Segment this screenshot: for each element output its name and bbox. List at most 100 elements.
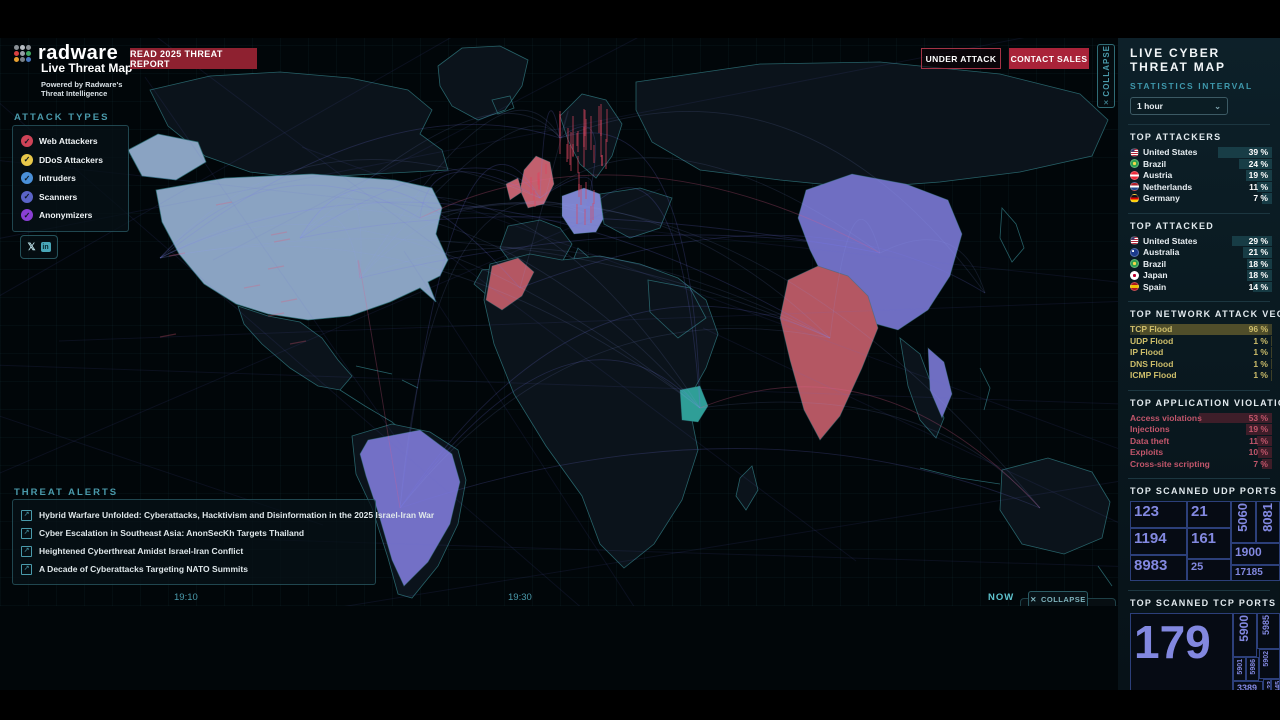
stat-row: Brazil24 % — [1130, 159, 1268, 170]
udp-port-cell: 17185 — [1231, 565, 1280, 581]
country-germany — [562, 188, 606, 234]
external-link-icon: ↗ — [21, 564, 32, 575]
top-attacked-list: United States29 % Australia21 % Brazil18… — [1130, 236, 1268, 293]
flag-japan-icon — [1130, 271, 1139, 280]
timeline-axis: 19:10 19:30 NOW — [0, 592, 1118, 606]
flag-austria-icon — [1130, 171, 1139, 180]
tcp-port-cell: 5901 — [1233, 657, 1246, 681]
timeline-collapse-button[interactable]: ✕ COLLAPSE — [1028, 591, 1088, 606]
udp-port-cell: 1194 — [1130, 528, 1187, 555]
country-japan — [1000, 208, 1024, 262]
attack-type-anonymizers[interactable]: ✓ Anonymizers — [21, 206, 120, 225]
read-threat-report-button[interactable]: READ 2025 THREAT REPORT — [130, 48, 257, 69]
tcp-port-cell: 5900 — [1233, 613, 1257, 657]
stat-row: Germany7 % — [1130, 193, 1268, 204]
app-window: radware Live Threat Map Powered by Radwa… — [0, 38, 1280, 690]
timeline-now-label: NOW — [988, 592, 1014, 603]
top-violations-title: TOP APPLICATION VIOLATIONS — [1130, 398, 1268, 408]
stat-row: DNS Flood1 % — [1130, 359, 1268, 370]
stat-row: Exploits10 % — [1130, 447, 1268, 458]
udp-port-cell: 1900 — [1231, 543, 1280, 565]
stat-row: Japan18 % — [1130, 270, 1268, 281]
udp-port-cell: 25 — [1187, 559, 1231, 581]
check-icon: ✓ — [21, 135, 33, 147]
threat-alert-link[interactable]: ↗ Cyber Escalation in Southeast Asia: An… — [21, 524, 367, 542]
region-caribbean — [356, 366, 418, 388]
stat-row: Spain14 % — [1130, 282, 1268, 293]
threat-alert-link[interactable]: ↗ A Decade of Cyberattacks Targeting NAT… — [21, 560, 367, 578]
attack-type-intruders[interactable]: ✓ Intruders — [21, 169, 120, 188]
check-icon: ✓ — [21, 154, 33, 166]
interval-value: 1 hour — [1137, 101, 1163, 111]
udp-ports-title: TOP SCANNED UDP PORTS — [1130, 486, 1268, 496]
check-icon: ✓ — [21, 172, 33, 184]
top-vectors-list: TCP Flood96 % UDP Flood1 % IP Flood1 % D… — [1130, 324, 1268, 381]
attack-types-filter: ✓ Web Attackers ✓ DDoS Attackers ✓ Intru… — [12, 125, 129, 232]
brand-subtitle: Live Threat Map — [41, 61, 132, 75]
radware-threat-map-screen: radware Live Threat Map Powered by Radwa… — [0, 0, 1280, 720]
udp-port-cell: 5060 — [1231, 501, 1256, 543]
top-attackers-title: TOP ATTACKERS — [1130, 132, 1268, 142]
udp-port-cell: 123 — [1130, 501, 1187, 528]
stat-row: UDP Flood1 % — [1130, 336, 1268, 347]
world-map[interactable]: radware Live Threat Map Powered by Radwa… — [0, 38, 1118, 606]
stat-row: Access violations53 % — [1130, 413, 1268, 424]
country-greenland — [438, 46, 528, 120]
flag-spain-icon — [1130, 282, 1139, 291]
timeline-tick-label: 19:10 — [174, 592, 198, 603]
region-eastern-europe — [600, 188, 672, 238]
tcp-port-cell: 5986 — [1246, 657, 1259, 681]
flag-germany-icon — [1130, 194, 1139, 203]
tcp-port-cell: 445 — [1271, 679, 1280, 690]
check-icon: ✓ — [21, 209, 33, 221]
stat-row: Netherlands11 % — [1130, 182, 1268, 193]
udp-port-cell: 161 — [1187, 528, 1231, 559]
country-philippines — [980, 368, 990, 410]
stat-row: TCP Flood96 % — [1130, 324, 1268, 335]
statistics-panel: LIVE CYBER THREAT MAP STATISTICS INTERVA… — [1118, 38, 1280, 690]
attack-type-web-attackers[interactable]: ✓ Web Attackers — [21, 132, 120, 151]
radware-logo-dots — [14, 45, 31, 62]
threat-alert-link[interactable]: ↗ Heightened Cyberthreat Amidst Israel-I… — [21, 542, 367, 560]
tcp-port-cell: 5985 — [1257, 613, 1280, 649]
close-icon: ✕ — [1103, 99, 1109, 107]
check-icon: ✓ — [21, 191, 33, 203]
brand-powered-by: Powered by Radware's Threat Intelligence — [41, 80, 131, 98]
brand-name: radware — [38, 44, 118, 62]
under-attack-button[interactable]: UNDER ATTACK — [921, 48, 1001, 69]
country-ireland — [506, 178, 522, 200]
udp-port-cell: 8983 — [1130, 555, 1187, 581]
top-vectors-title: TOP NETWORK ATTACK VECTORS — [1130, 309, 1268, 319]
interval-dropdown[interactable]: 1 hour ⌄ — [1130, 97, 1228, 115]
tcp-ports-treemap: 179590059855901598659023389234452000 — [1130, 613, 1280, 690]
stat-row: IP Flood1 % — [1130, 347, 1268, 358]
stat-row: Data theft11 % — [1130, 436, 1268, 447]
tcp-ports-title: TOP SCANNED TCP PORTS — [1130, 598, 1268, 608]
radware-logo: radware Live Threat Map Powered by Radwa… — [14, 44, 132, 98]
chevron-down-icon: ⌄ — [1214, 102, 1221, 111]
threat-alert-link[interactable]: ↗ Hybrid Warfare Unfolded: Cyberattacks,… — [21, 506, 367, 524]
timeline-tick-label: 19:30 — [508, 592, 532, 603]
country-alaska — [128, 134, 206, 180]
external-link-icon: ↗ — [21, 546, 32, 557]
stat-row: United States29 % — [1130, 236, 1268, 247]
country-mexico — [238, 306, 352, 390]
contact-sales-button[interactable]: CONTACT SALES — [1009, 48, 1089, 69]
stat-row: Cross-site scripting7 % — [1130, 459, 1268, 470]
flag-brazil-icon — [1130, 159, 1139, 168]
x-twitter-icon[interactable]: 𝕏 — [27, 242, 35, 253]
panel-collapse-label: COLLAPSE — [1102, 45, 1111, 97]
attack-type-scanners[interactable]: ✓ Scanners — [21, 188, 120, 207]
stats-interval-label: STATISTICS INTERVAL — [1130, 81, 1268, 91]
udp-port-cell: 8081 — [1256, 501, 1280, 543]
stat-row: Australia21 % — [1130, 247, 1268, 258]
country-australia — [1000, 458, 1110, 554]
stat-row: United States39 % — [1130, 147, 1268, 158]
linkedin-icon[interactable]: in — [41, 242, 51, 252]
flag-united-states-icon — [1130, 148, 1139, 157]
panel-collapse-tab[interactable]: COLLAPSE ✕ — [1097, 44, 1115, 108]
attack-type-ddos-attackers[interactable]: ✓ DDoS Attackers — [21, 151, 120, 170]
top-attacked-title: TOP ATTACKED — [1130, 221, 1268, 231]
external-link-icon: ↗ — [21, 510, 32, 521]
external-link-icon: ↗ — [21, 528, 32, 539]
